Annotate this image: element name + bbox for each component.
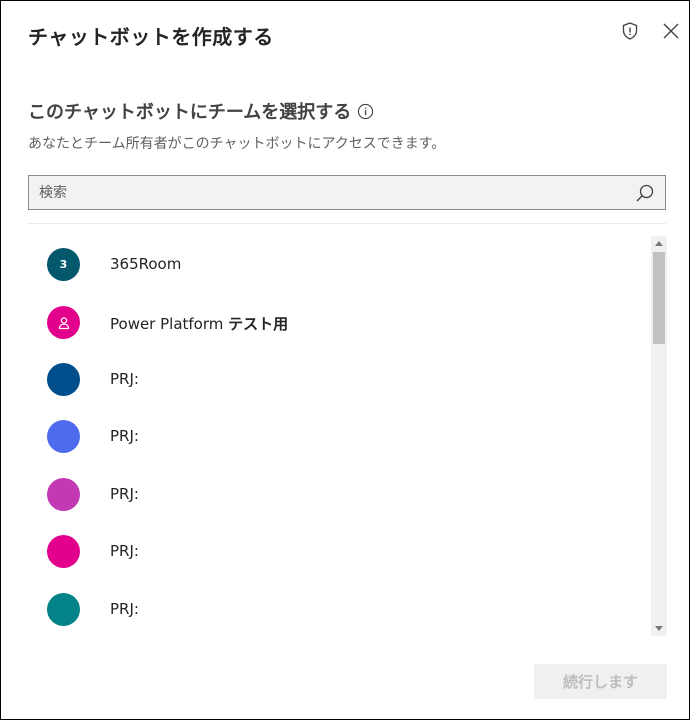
- team-name-text: PRJ:: [110, 370, 139, 388]
- search-input[interactable]: [29, 183, 635, 202]
- team-name-text: PRJ:: [110, 427, 139, 445]
- team-name-text: PRJ:: [110, 542, 139, 560]
- team-avatar: [47, 478, 80, 511]
- scroll-thumb[interactable]: [653, 252, 665, 344]
- person-icon: [58, 316, 69, 329]
- section-heading: このチャットボットにチームを選択する: [28, 98, 374, 124]
- continue-button[interactable]: 続行します: [534, 664, 667, 699]
- scroll-down-arrow[interactable]: [655, 626, 663, 631]
- create-chatbot-dialog: チャットボットを作成する このチャットボットにチームを選択する あなたとチーム所…: [0, 0, 690, 720]
- close-icon[interactable]: [661, 21, 681, 41]
- team-list-item[interactable]: 3 365Room: [28, 240, 648, 290]
- team-name: PRJ:: [110, 600, 139, 618]
- search-icon[interactable]: [635, 183, 655, 203]
- info-icon[interactable]: [357, 103, 374, 120]
- team-name: PRJ:: [110, 427, 139, 445]
- team-list-item[interactable]: PRJ:: [28, 412, 648, 462]
- team-name: PRJ:: [110, 485, 139, 503]
- team-list-item[interactable]: Power Platform テスト用: [28, 298, 648, 348]
- team-list-item[interactable]: PRJ:: [28, 470, 648, 520]
- team-name-text: PRJ:: [110, 600, 139, 618]
- avatar-initial: 3: [59, 258, 68, 271]
- team-avatar: [47, 363, 80, 396]
- team-avatar: 3: [47, 248, 80, 281]
- team-list-item[interactable]: PRJ:: [28, 585, 648, 635]
- team-avatar: [47, 306, 80, 339]
- section-heading-text: このチャットボットにチームを選択する: [28, 102, 352, 123]
- scroll-up-arrow[interactable]: [655, 241, 663, 246]
- team-list-item[interactable]: PRJ:: [28, 355, 648, 405]
- team-name-text: PRJ:: [110, 485, 139, 503]
- section-description: あなたとチーム所有者がこのチャットボットにアクセスできます。: [28, 136, 446, 152]
- team-name-text: Power Platform: [110, 315, 229, 333]
- team-name: Power Platform テスト用: [110, 313, 288, 334]
- divider: [28, 223, 666, 224]
- search-box: [28, 175, 666, 210]
- team-name: PRJ:: [110, 542, 139, 560]
- team-name-bold: テスト用: [228, 315, 289, 333]
- team-avatar: [47, 593, 80, 626]
- team-name-text: 365Room: [110, 255, 182, 273]
- team-avatar: [47, 535, 80, 568]
- shield-icon[interactable]: [620, 21, 640, 41]
- team-name: 365Room: [110, 255, 181, 273]
- team-name: PRJ:: [110, 370, 139, 388]
- team-avatar: [47, 420, 80, 453]
- team-list: 3 365Room Power Platform テスト用 PRJ: PRJ: …: [28, 236, 648, 636]
- list-scrollbar[interactable]: [651, 236, 667, 636]
- team-list-item[interactable]: PRJ:: [28, 527, 648, 577]
- dialog-title: チャットボットを作成する: [28, 25, 274, 49]
